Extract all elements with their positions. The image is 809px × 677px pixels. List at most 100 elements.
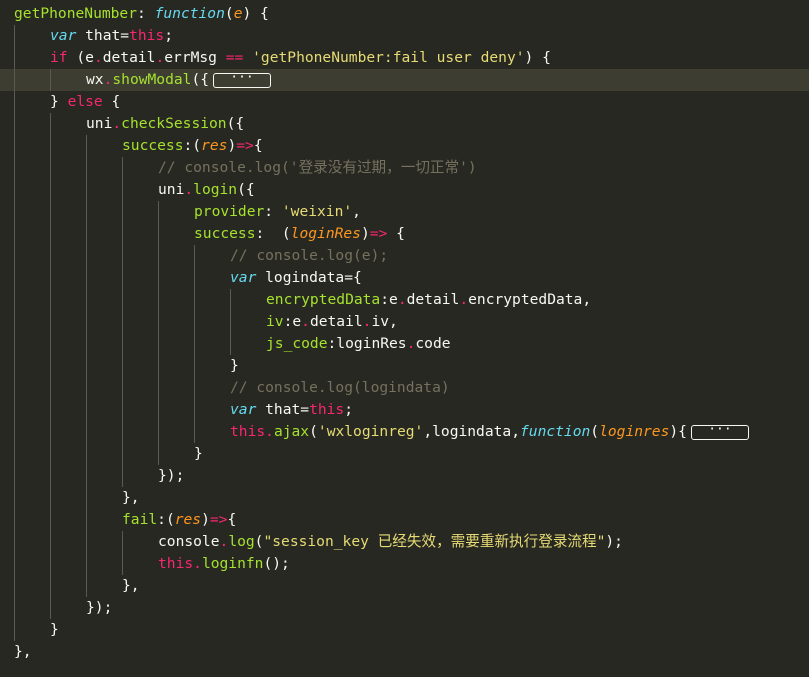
indent-guide bbox=[158, 355, 194, 377]
code-token: getPhoneNumber bbox=[14, 5, 138, 22]
indent-guide bbox=[14, 421, 50, 443]
code-token: ( bbox=[590, 423, 600, 440]
code-token: { bbox=[253, 137, 263, 154]
indent-guide bbox=[50, 201, 86, 223]
code-token: ({ bbox=[226, 115, 245, 132]
code-token: else bbox=[67, 93, 103, 110]
indent-guide bbox=[122, 245, 158, 267]
code-token: ( bbox=[224, 5, 234, 22]
code-line[interactable]: }); bbox=[0, 465, 809, 487]
code-line[interactable]: var that=this; bbox=[0, 25, 809, 47]
indent-guide bbox=[50, 377, 86, 399]
code-line[interactable]: // console.log(logindata) bbox=[0, 377, 809, 399]
indent-guide bbox=[86, 509, 122, 531]
code-line[interactable]: provider: 'weixin', bbox=[0, 201, 809, 223]
code-token: { bbox=[227, 511, 237, 528]
code-line[interactable]: }, bbox=[0, 641, 809, 663]
indent-guide bbox=[14, 619, 50, 641]
indent-guide bbox=[50, 333, 86, 355]
code-line[interactable]: } bbox=[0, 619, 809, 641]
code-token: { bbox=[387, 225, 405, 242]
code-line[interactable]: // console.log('登录没有过期，一切正常') bbox=[0, 157, 809, 179]
indent-guide bbox=[14, 465, 50, 487]
indent-guide bbox=[86, 553, 122, 575]
indent-guide bbox=[122, 289, 158, 311]
indent-guide bbox=[14, 135, 50, 157]
code-line[interactable]: this.loginfn(); bbox=[0, 553, 809, 575]
code-line[interactable]: success:(res)=>{ bbox=[0, 135, 809, 157]
code-line[interactable]: console.log("session_key 已经失效，需要重新执行登录流程… bbox=[0, 531, 809, 553]
code-line[interactable]: iv:e.detail.iv, bbox=[0, 311, 809, 333]
code-line[interactable]: uni.login({ bbox=[0, 179, 809, 201]
indent-guide bbox=[122, 311, 158, 333]
indent-guide bbox=[14, 355, 50, 377]
code-line[interactable]: var that=this; bbox=[0, 399, 809, 421]
indent-guide bbox=[158, 421, 194, 443]
indent-guide bbox=[86, 531, 122, 553]
code-token: ; bbox=[164, 27, 174, 44]
indent-guide bbox=[14, 487, 50, 509]
code-line[interactable]: } bbox=[0, 443, 809, 465]
code-token: ({ bbox=[237, 181, 255, 198]
indent-guide bbox=[122, 443, 158, 465]
code-token: "session_key 已经失效，需要重新执行登录流程" bbox=[263, 533, 606, 550]
indent-guide bbox=[50, 179, 86, 201]
indent-guide bbox=[14, 179, 50, 201]
indent-guide bbox=[50, 509, 86, 531]
fold-collapsed-button[interactable]: ··· bbox=[690, 423, 749, 440]
code-line[interactable]: encryptedData:e.detail.encryptedData, bbox=[0, 289, 809, 311]
code-token: => bbox=[369, 225, 388, 242]
indent-guide bbox=[158, 267, 194, 289]
code-token: var bbox=[50, 27, 77, 44]
indent-guide bbox=[194, 377, 230, 399]
code-line[interactable]: var logindata={ bbox=[0, 267, 809, 289]
indent-guide bbox=[194, 355, 230, 377]
code-line[interactable]: } bbox=[0, 355, 809, 377]
code-token: :( bbox=[183, 137, 202, 154]
code-line[interactable]: js_code:loginRes.code bbox=[0, 333, 809, 355]
indent-guide bbox=[50, 465, 86, 487]
indent-guide bbox=[50, 531, 86, 553]
indent-guide bbox=[86, 201, 122, 223]
indent-guide bbox=[14, 157, 50, 179]
code-line[interactable]: wx.showModal({··· bbox=[0, 69, 809, 91]
code-token: => bbox=[209, 511, 228, 528]
code-line[interactable]: uni.checkSession({ bbox=[0, 113, 809, 135]
code-token: : ( bbox=[255, 225, 291, 242]
indent-guide bbox=[122, 179, 158, 201]
code-token: (e bbox=[67, 49, 94, 66]
code-editor[interactable]: getPhoneNumber: function(e) {var that=th… bbox=[0, 0, 809, 677]
code-line[interactable]: }, bbox=[0, 487, 809, 509]
indent-guide bbox=[50, 553, 86, 575]
code-token: showModal bbox=[112, 71, 192, 88]
code-token: ajax bbox=[273, 423, 310, 440]
code-token: wx bbox=[86, 71, 104, 88]
indent-guide bbox=[50, 113, 86, 135]
code-line[interactable]: // console.log(e); bbox=[0, 245, 809, 267]
code-token: that= bbox=[76, 27, 130, 44]
fold-collapsed-button[interactable]: ··· bbox=[213, 71, 272, 88]
code-line[interactable]: success: (loginRes)=> { bbox=[0, 223, 809, 245]
code-token: . bbox=[219, 533, 229, 550]
code-token: detail bbox=[406, 291, 460, 308]
code-line[interactable]: } else { bbox=[0, 91, 809, 113]
indent-guide bbox=[122, 157, 158, 179]
code-token: success bbox=[194, 225, 256, 242]
indent-guide bbox=[122, 553, 158, 575]
code-line[interactable]: getPhoneNumber: function(e) { bbox=[0, 3, 809, 25]
code-line[interactable]: }); bbox=[0, 597, 809, 619]
code-token: if bbox=[50, 49, 68, 66]
indent-guide bbox=[158, 223, 194, 245]
code-line[interactable]: if (e.detail.errMsg == 'getPhoneNumber:f… bbox=[0, 47, 809, 69]
code-token: ) bbox=[201, 511, 210, 528]
code-token: , bbox=[352, 203, 361, 220]
code-line[interactable]: }, bbox=[0, 575, 809, 597]
indent-guide bbox=[86, 157, 122, 179]
code-line[interactable]: this.ajax('wxloginreg',logindata,functio… bbox=[0, 421, 809, 443]
code-token: { bbox=[102, 93, 121, 110]
indent-guide bbox=[122, 465, 158, 487]
code-line[interactable]: fail:(res)=>{ bbox=[0, 509, 809, 531]
code-token: ; bbox=[344, 401, 354, 418]
indent-guide bbox=[86, 377, 122, 399]
code-token: ({ bbox=[191, 71, 210, 88]
